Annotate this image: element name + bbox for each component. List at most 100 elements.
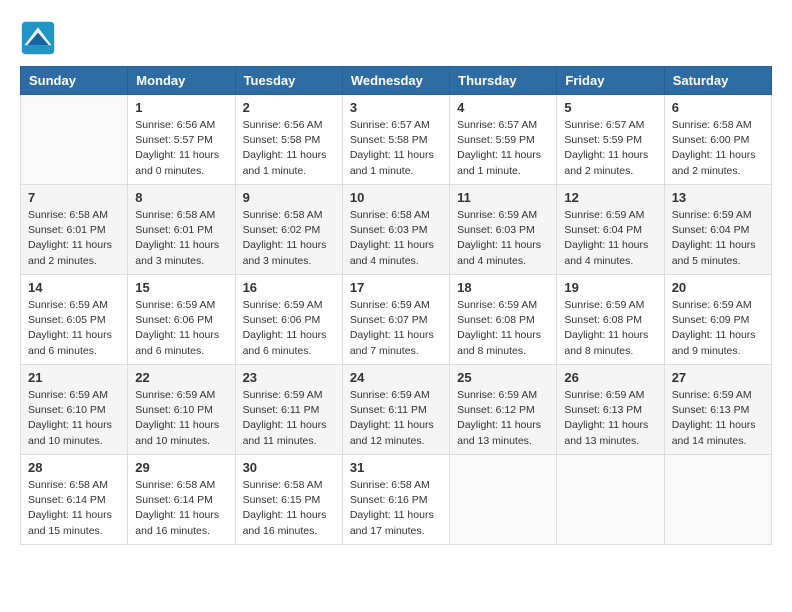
- day-info: Sunrise: 6:58 AMSunset: 6:01 PMDaylight:…: [135, 208, 227, 269]
- calendar-cell: 2 Sunrise: 6:56 AMSunset: 5:58 PMDaylight…: [235, 95, 342, 185]
- day-number: 11: [457, 190, 549, 205]
- day-number: 8: [135, 190, 227, 205]
- day-info: Sunrise: 6:58 AMSunset: 6:00 PMDaylight:…: [672, 118, 764, 179]
- day-info: Sunrise: 6:59 AMSunset: 6:09 PMDaylight:…: [672, 298, 764, 359]
- calendar-cell: 18 Sunrise: 6:59 AMSunset: 6:08 PMDayligh…: [450, 275, 557, 365]
- calendar-cell: 10 Sunrise: 6:58 AMSunset: 6:03 PMDayligh…: [342, 185, 449, 275]
- day-number: 9: [243, 190, 335, 205]
- calendar-week-row: 21 Sunrise: 6:59 AMSunset: 6:10 PMDayligh…: [21, 365, 772, 455]
- calendar-week-row: 28 Sunrise: 6:58 AMSunset: 6:14 PMDayligh…: [21, 455, 772, 545]
- day-number: 23: [243, 370, 335, 385]
- calendar-cell: 31 Sunrise: 6:58 AMSunset: 6:16 PMDayligh…: [342, 455, 449, 545]
- calendar-cell: 6 Sunrise: 6:58 AMSunset: 6:00 PMDaylight…: [664, 95, 771, 185]
- calendar-cell: 16Sunrise: 6:59 AMSunset: 6:06 PMDayligh…: [235, 275, 342, 365]
- day-info: Sunrise: 6:59 AMSunset: 6:08 PMDaylight:…: [457, 298, 549, 359]
- day-number: 31: [350, 460, 442, 475]
- calendar-cell: 9 Sunrise: 6:58 AMSunset: 6:02 PMDaylight…: [235, 185, 342, 275]
- calendar-cell: 30Sunrise: 6:58 AMSunset: 6:15 PMDayligh…: [235, 455, 342, 545]
- day-info: Sunrise: 6:59 AMSunset: 6:13 PMDaylight:…: [564, 388, 656, 449]
- calendar-cell: 25Sunrise: 6:59 AMSunset: 6:12 PMDayligh…: [450, 365, 557, 455]
- calendar-cell: 14 Sunrise: 6:59 AMSunset: 6:05 PMDayligh…: [21, 275, 128, 365]
- day-info: Sunrise: 6:59 AMSunset: 6:10 PMDaylight:…: [135, 388, 227, 449]
- calendar-cell: 15 Sunrise: 6:59 AMSunset: 6:06 PMDayligh…: [128, 275, 235, 365]
- calendar-cell: 21 Sunrise: 6:59 AMSunset: 6:10 PMDayligh…: [21, 365, 128, 455]
- calendar-week-row: 1 Sunrise: 6:56 AMSunset: 5:57 PMDaylight…: [21, 95, 772, 185]
- day-number: 19: [564, 280, 656, 295]
- day-number: 5: [564, 100, 656, 115]
- calendar-cell: 8 Sunrise: 6:58 AMSunset: 6:01 PMDaylight…: [128, 185, 235, 275]
- day-info: Sunrise: 6:58 AMSunset: 6:01 PMDaylight:…: [28, 208, 120, 269]
- logo-icon: [20, 20, 56, 56]
- day-number: 25: [457, 370, 549, 385]
- day-info: Sunrise: 6:59 AMSunset: 6:10 PMDaylight:…: [28, 388, 120, 449]
- weekday-header-friday: Friday: [557, 67, 664, 95]
- day-number: 1: [135, 100, 227, 115]
- day-info: Sunrise: 6:56 AMSunset: 5:57 PMDaylight:…: [135, 118, 227, 179]
- calendar-cell: [450, 455, 557, 545]
- calendar-cell: [557, 455, 664, 545]
- calendar-cell: 26 Sunrise: 6:59 AMSunset: 6:13 PMDayligh…: [557, 365, 664, 455]
- calendar-cell: 4 Sunrise: 6:57 AMSunset: 5:59 PMDaylight…: [450, 95, 557, 185]
- day-info: Sunrise: 6:58 AMSunset: 6:03 PMDaylight:…: [350, 208, 442, 269]
- calendar-cell: 22 Sunrise: 6:59 AMSunset: 6:10 PMDayligh…: [128, 365, 235, 455]
- calendar-cell: 28 Sunrise: 6:58 AMSunset: 6:14 PMDayligh…: [21, 455, 128, 545]
- day-number: 7: [28, 190, 120, 205]
- day-info: Sunrise: 6:57 AMSunset: 5:59 PMDaylight:…: [564, 118, 656, 179]
- day-info: Sunrise: 6:58 AMSunset: 6:15 PMDaylight:…: [243, 478, 335, 539]
- day-number: 28: [28, 460, 120, 475]
- day-number: 16: [243, 280, 335, 295]
- day-info: Sunrise: 6:58 AMSunset: 6:14 PMDaylight:…: [28, 478, 120, 539]
- calendar-cell: [21, 95, 128, 185]
- weekday-header-wednesday: Wednesday: [342, 67, 449, 95]
- weekday-header-saturday: Saturday: [664, 67, 771, 95]
- day-info: Sunrise: 6:58 AMSunset: 6:16 PMDaylight:…: [350, 478, 442, 539]
- day-info: Sunrise: 6:58 AMSunset: 6:02 PMDaylight:…: [243, 208, 335, 269]
- day-info: Sunrise: 6:59 AMSunset: 6:07 PMDaylight:…: [350, 298, 442, 359]
- calendar-week-row: 7 Sunrise: 6:58 AMSunset: 6:01 PMDaylight…: [21, 185, 772, 275]
- weekday-header-sunday: Sunday: [21, 67, 128, 95]
- day-number: 26: [564, 370, 656, 385]
- day-number: 6: [672, 100, 764, 115]
- day-info: Sunrise: 6:59 AMSunset: 6:11 PMDaylight:…: [243, 388, 335, 449]
- day-number: 22: [135, 370, 227, 385]
- day-number: 13: [672, 190, 764, 205]
- day-number: 4: [457, 100, 549, 115]
- day-info: Sunrise: 6:59 AMSunset: 6:06 PMDaylight:…: [135, 298, 227, 359]
- day-number: 2: [243, 100, 335, 115]
- day-number: 20: [672, 280, 764, 295]
- calendar-cell: 3Sunrise: 6:57 AMSunset: 5:58 PMDaylight…: [342, 95, 449, 185]
- day-info: Sunrise: 6:59 AMSunset: 6:05 PMDaylight:…: [28, 298, 120, 359]
- calendar-cell: 12Sunrise: 6:59 AMSunset: 6:04 PMDayligh…: [557, 185, 664, 275]
- calendar-cell: 13Sunrise: 6:59 AMSunset: 6:04 PMDayligh…: [664, 185, 771, 275]
- day-number: 18: [457, 280, 549, 295]
- day-info: Sunrise: 6:56 AMSunset: 5:58 PMDaylight:…: [243, 118, 335, 179]
- day-info: Sunrise: 6:57 AMSunset: 5:59 PMDaylight:…: [457, 118, 549, 179]
- weekday-header-thursday: Thursday: [450, 67, 557, 95]
- day-number: 14: [28, 280, 120, 295]
- day-number: 27: [672, 370, 764, 385]
- calendar-cell: 5 Sunrise: 6:57 AMSunset: 5:59 PMDaylight…: [557, 95, 664, 185]
- day-info: Sunrise: 6:59 AMSunset: 6:08 PMDaylight:…: [564, 298, 656, 359]
- day-info: Sunrise: 6:59 AMSunset: 6:11 PMDaylight:…: [350, 388, 442, 449]
- calendar-cell: 24 Sunrise: 6:59 AMSunset: 6:11 PMDayligh…: [342, 365, 449, 455]
- day-info: Sunrise: 6:58 AMSunset: 6:14 PMDaylight:…: [135, 478, 227, 539]
- page-header: [20, 20, 772, 56]
- day-number: 17: [350, 280, 442, 295]
- day-info: Sunrise: 6:57 AMSunset: 5:58 PMDaylight:…: [350, 118, 442, 179]
- day-number: 10: [350, 190, 442, 205]
- calendar-table: SundayMondayTuesdayWednesdayThursdayFrid…: [20, 66, 772, 545]
- day-info: Sunrise: 6:59 AMSunset: 6:04 PMDaylight:…: [564, 208, 656, 269]
- day-number: 15: [135, 280, 227, 295]
- calendar-cell: 20 Sunrise: 6:59 AMSunset: 6:09 PMDayligh…: [664, 275, 771, 365]
- calendar-cell: 23 Sunrise: 6:59 AMSunset: 6:11 PMDayligh…: [235, 365, 342, 455]
- day-number: 29: [135, 460, 227, 475]
- calendar-cell: 27 Sunrise: 6:59 AMSunset: 6:13 PMDayligh…: [664, 365, 771, 455]
- calendar-week-row: 14 Sunrise: 6:59 AMSunset: 6:05 PMDayligh…: [21, 275, 772, 365]
- day-info: Sunrise: 6:59 AMSunset: 6:13 PMDaylight:…: [672, 388, 764, 449]
- calendar-cell: 19 Sunrise: 6:59 AMSunset: 6:08 PMDayligh…: [557, 275, 664, 365]
- day-info: Sunrise: 6:59 AMSunset: 6:03 PMDaylight:…: [457, 208, 549, 269]
- day-number: 24: [350, 370, 442, 385]
- logo: [20, 20, 60, 56]
- weekday-header-tuesday: Tuesday: [235, 67, 342, 95]
- day-number: 21: [28, 370, 120, 385]
